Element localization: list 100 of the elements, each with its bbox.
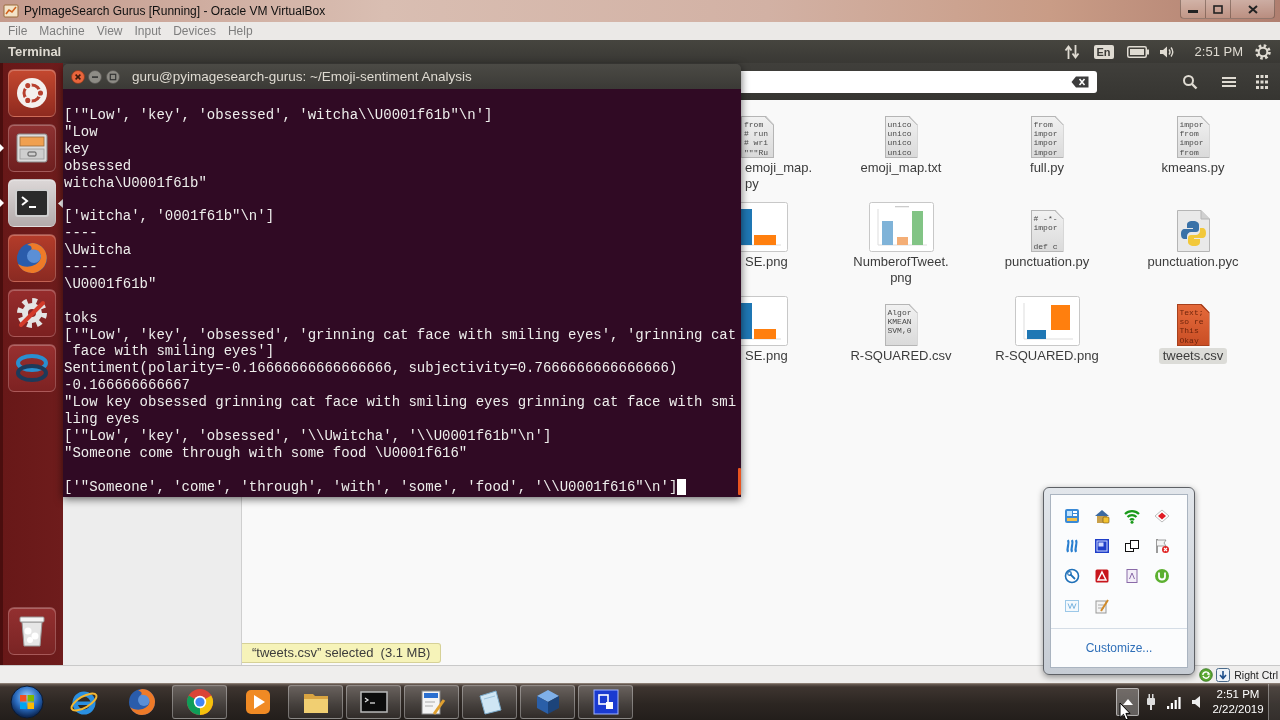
terminal-line: \U0001f61b" — [64, 275, 157, 293]
file-preview-text: Algor KMEAN SVM,0 — [887, 308, 912, 336]
taskbar-button[interactable] — [288, 685, 343, 719]
maximize-button[interactable] — [106, 69, 120, 84]
caret-up-icon — [1122, 699, 1133, 705]
file-name[interactable]: tweets.csv — [1158, 348, 1228, 364]
launcher-button[interactable] — [7, 607, 56, 655]
terminal-line: "Low — [64, 123, 98, 141]
search-field[interactable] — [741, 70, 1097, 93]
square-frame-icon — [590, 687, 621, 717]
keyboard-layout-indicator[interactable]: En — [1093, 44, 1114, 59]
menu-item[interactable]: View — [90, 24, 129, 38]
scrollbar-thumb[interactable] — [738, 468, 741, 495]
house-lock-icon[interactable] — [1094, 508, 1110, 524]
taskbar-button[interactable] — [578, 685, 633, 719]
panel-clock[interactable]: 2:51 PM — [1194, 44, 1243, 59]
chart-thumbnail[interactable] — [741, 202, 788, 252]
mouse-pointer-icon — [1119, 702, 1131, 720]
taskbar-button[interactable] — [404, 685, 459, 719]
taskbar-button[interactable] — [172, 685, 227, 719]
file-name[interactable]: full.py — [1026, 160, 1068, 176]
speaker-icon[interactable] — [1190, 695, 1203, 709]
drawer-icon — [15, 133, 48, 163]
chart-thumbnail[interactable] — [741, 296, 788, 346]
window-title: PyImageSearch Gurus [Running] - Oracle VM VirtualBox — [24, 4, 326, 18]
file-name[interactable]: punctuation.py — [1000, 254, 1094, 270]
file-name[interactable]: SE.png — [741, 348, 792, 364]
file-name[interactable]: SE.png — [741, 254, 792, 270]
stacked-rings-icon — [14, 353, 49, 383]
host-key-label: Right Ctrl — [1234, 668, 1278, 681]
menu-item[interactable]: Input — [128, 24, 168, 38]
text-file-icon[interactable]: impor from impor from — [1176, 116, 1210, 158]
flag-error-icon[interactable] — [1154, 538, 1170, 554]
terminal-line: key — [64, 140, 90, 158]
signal-bars-icon[interactable] — [1165, 695, 1182, 709]
maximize-icon — [1213, 4, 1223, 14]
file-name[interactable]: R-SQUARED.png — [991, 348, 1103, 364]
gear-wrench-icon — [14, 296, 49, 330]
menu-item[interactable]: Machine — [33, 24, 91, 38]
circle-arrows-icon[interactable] — [1199, 667, 1214, 682]
terminal-line: obsessed — [64, 157, 132, 175]
terminal-line: Sentiment(polarity=-0.16666666666666666, subjectivity=0.7666666666666666) — [64, 360, 678, 378]
file-name[interactable]: emoji_map. py — [741, 160, 817, 192]
terminal-line: "Someone come through with some food \U0001f616" — [64, 444, 468, 462]
app-tile-icon[interactable] — [1064, 508, 1080, 524]
power-plug-icon[interactable] — [1144, 694, 1157, 710]
wave-bars-icon[interactable] — [1064, 538, 1080, 554]
wifi-icon[interactable] — [1124, 508, 1140, 524]
launcher-button[interactable] — [7, 124, 56, 172]
down-arrow-icon[interactable] — [1216, 667, 1231, 682]
terminal-line: \Uwitcha — [64, 242, 132, 260]
text-file-icon[interactable]: from impor impor impor — [1030, 116, 1064, 158]
launcher-button[interactable] — [7, 179, 56, 227]
chart-tile-icon — [3, 3, 19, 19]
python-file-icon[interactable] — [1176, 210, 1210, 252]
customize-link[interactable]: Customize... — [1085, 641, 1153, 655]
disc-logo-icon[interactable] — [1154, 568, 1170, 584]
clock-time[interactable]: 2:51 PM — [1216, 687, 1260, 702]
taskbar-button[interactable] — [346, 685, 401, 719]
overlapping-squares-icon[interactable] — [1124, 538, 1140, 554]
text-file-icon[interactable]: from # run # wri """Ru — [741, 116, 774, 158]
text-file-icon[interactable]: Algor KMEAN SVM,0 — [884, 304, 918, 346]
launcher-button[interactable] — [7, 289, 56, 337]
taskbar-button[interactable] — [462, 685, 517, 719]
close-button[interactable] — [71, 69, 85, 84]
notepad-pencil-icon[interactable] — [1094, 598, 1110, 614]
text-file-icon[interactable]: unico unico unico unico — [884, 116, 918, 158]
terminal-line: ['"Low', 'key', 'obsessed', '\\Uwitcha', '\\U0001f61b"\n'] — [64, 427, 552, 445]
file-preview-text: impor from impor from — [1179, 120, 1204, 157]
clear-icon[interactable] — [1071, 75, 1089, 88]
show-desktop-button[interactable] — [1268, 684, 1280, 720]
clock-date[interactable]: 2/22/2019 — [1212, 702, 1264, 717]
file-name[interactable]: R-SQUARED.csv — [846, 348, 956, 364]
file-name[interactable]: NumberofTweet. png — [849, 254, 953, 286]
battery-icon[interactable] — [1126, 45, 1149, 58]
triangle-tile-icon[interactable] — [1094, 568, 1110, 584]
menu-item[interactable]: Devices — [167, 24, 222, 38]
framed-square-icon[interactable] — [1094, 538, 1110, 554]
file-name[interactable]: punctuation.pyc — [1143, 254, 1243, 270]
text-file-icon[interactable]: # -*- impor def c — [1030, 210, 1064, 252]
close-icon — [71, 69, 85, 84]
file-name[interactable]: emoji_map.txt — [856, 160, 946, 176]
terminal-line: "Low key obsessed grinning cat face with smiling eyes grinning cat face with smi — [64, 394, 737, 412]
chart-thumbnail[interactable] — [1014, 296, 1080, 346]
diamond-icon[interactable] — [1154, 508, 1170, 524]
document-outline-icon[interactable] — [1124, 568, 1140, 584]
up-down-arrows-icon[interactable] — [1063, 43, 1080, 60]
menu-icon — [1222, 75, 1236, 88]
launcher-button[interactable] — [7, 69, 56, 117]
circle-key-icon[interactable] — [1064, 568, 1080, 584]
terminal-line: ---- — [64, 259, 98, 276]
minimize-icon — [88, 69, 102, 84]
taskbar-button[interactable] — [520, 685, 575, 719]
file-name[interactable]: kmeans.py — [1157, 160, 1229, 176]
volume-icon[interactable] — [1158, 44, 1175, 59]
window-title: guru@pyimagesearch-gurus: ~/Emoji-sentiment Analysis — [132, 69, 472, 84]
gear-icon[interactable] — [1255, 43, 1271, 60]
globe-icon — [126, 687, 157, 717]
chart-thumbnail[interactable] — [868, 202, 934, 252]
terminal-line: ['"Low', 'key', 'obsessed', 'witcha\\U0001f61b"\n'] — [64, 107, 493, 124]
